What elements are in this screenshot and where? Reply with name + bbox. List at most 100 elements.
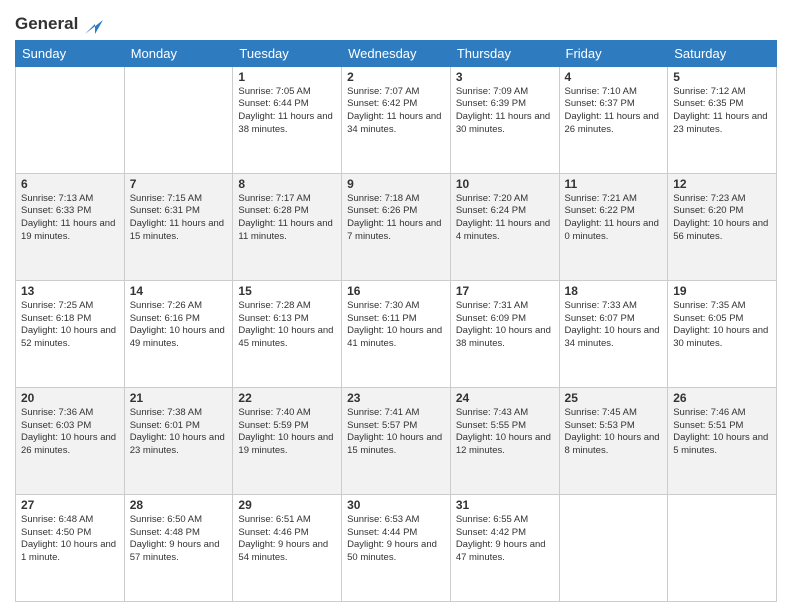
week-row-0: 1 Sunrise: 7:05 AM Sunset: 6:44 PM Daylig… [16, 66, 777, 173]
calendar-cell: 18 Sunrise: 7:33 AM Sunset: 6:07 PM Dayli… [559, 280, 668, 387]
day-info: Sunrise: 6:48 AM Sunset: 4:50 PM Dayligh… [21, 514, 119, 565]
calendar-cell: 31 Sunrise: 6:55 AM Sunset: 4:42 PM Dayli… [450, 494, 559, 601]
day-number: 14 [130, 284, 228, 298]
logo: General [15, 14, 103, 32]
calendar-cell: 4 Sunrise: 7:10 AM Sunset: 6:37 PM Daylig… [559, 66, 668, 173]
day-info: Sunrise: 7:45 AM Sunset: 5:53 PM Dayligh… [565, 407, 663, 458]
calendar-cell: 15 Sunrise: 7:28 AM Sunset: 6:13 PM Dayli… [233, 280, 342, 387]
day-info: Sunrise: 7:31 AM Sunset: 6:09 PM Dayligh… [456, 300, 554, 351]
weekday-header-sunday: Sunday [16, 40, 125, 66]
day-info: Sunrise: 7:21 AM Sunset: 6:22 PM Dayligh… [565, 193, 663, 244]
calendar-cell [16, 66, 125, 173]
day-number: 16 [347, 284, 445, 298]
day-number: 24 [456, 391, 554, 405]
day-info: Sunrise: 6:50 AM Sunset: 4:48 PM Dayligh… [130, 514, 228, 565]
calendar-cell [668, 494, 777, 601]
week-row-4: 27 Sunrise: 6:48 AM Sunset: 4:50 PM Dayli… [16, 494, 777, 601]
day-number: 1 [238, 70, 336, 84]
calendar-cell: 6Sunrise: 7:13 AM Sunset: 6:33 PM Daylig… [16, 173, 125, 280]
day-number: 12 [673, 177, 771, 191]
week-row-2: 13Sunrise: 7:25 AM Sunset: 6:18 PM Dayli… [16, 280, 777, 387]
day-number: 17 [456, 284, 554, 298]
day-number: 7 [130, 177, 228, 191]
calendar-cell: 27 Sunrise: 6:48 AM Sunset: 4:50 PM Dayli… [16, 494, 125, 601]
logo-bird-icon [85, 12, 103, 34]
day-info: Sunrise: 7:12 AM Sunset: 6:35 PM Dayligh… [673, 86, 771, 137]
calendar-cell: 30 Sunrise: 6:53 AM Sunset: 4:44 PM Dayli… [342, 494, 451, 601]
day-number: 28 [130, 498, 228, 512]
day-info: Sunrise: 7:35 AM Sunset: 6:05 PM Dayligh… [673, 300, 771, 351]
day-info: Sunrise: 7:18 AM Sunset: 6:26 PM Dayligh… [347, 193, 445, 244]
weekday-header-monday: Monday [124, 40, 233, 66]
day-info: Sunrise: 6:53 AM Sunset: 4:44 PM Dayligh… [347, 514, 445, 565]
day-info: Sunrise: 7:38 AM Sunset: 6:01 PM Dayligh… [130, 407, 228, 458]
day-info: Sunrise: 7:07 AM Sunset: 6:42 PM Dayligh… [347, 86, 445, 137]
calendar-cell: 17 Sunrise: 7:31 AM Sunset: 6:09 PM Dayli… [450, 280, 559, 387]
day-info: Sunrise: 7:40 AM Sunset: 5:59 PM Dayligh… [238, 407, 336, 458]
calendar-cell [124, 66, 233, 173]
calendar-cell: 8 Sunrise: 7:17 AM Sunset: 6:28 PM Daylig… [233, 173, 342, 280]
day-number: 23 [347, 391, 445, 405]
day-info: Sunrise: 6:51 AM Sunset: 4:46 PM Dayligh… [238, 514, 336, 565]
day-number: 5 [673, 70, 771, 84]
calendar-cell: 14Sunrise: 7:26 AM Sunset: 6:16 PM Dayli… [124, 280, 233, 387]
calendar-cell: 20 Sunrise: 7:36 AM Sunset: 6:03 PM Dayli… [16, 387, 125, 494]
calendar-cell: 23 Sunrise: 7:41 AM Sunset: 5:57 PM Dayli… [342, 387, 451, 494]
calendar-cell: 1 Sunrise: 7:05 AM Sunset: 6:44 PM Daylig… [233, 66, 342, 173]
calendar-cell: 16 Sunrise: 7:30 AM Sunset: 6:11 PM Dayli… [342, 280, 451, 387]
day-number: 27 [21, 498, 119, 512]
day-info: Sunrise: 7:23 AM Sunset: 6:20 PM Dayligh… [673, 193, 771, 244]
day-number: 11 [565, 177, 663, 191]
day-number: 6 [21, 177, 119, 191]
day-number: 30 [347, 498, 445, 512]
calendar-cell: 28 Sunrise: 6:50 AM Sunset: 4:48 PM Dayli… [124, 494, 233, 601]
day-info: Sunrise: 7:05 AM Sunset: 6:44 PM Dayligh… [238, 86, 336, 137]
day-info: Sunrise: 7:28 AM Sunset: 6:13 PM Dayligh… [238, 300, 336, 351]
day-info: Sunrise: 6:55 AM Sunset: 4:42 PM Dayligh… [456, 514, 554, 565]
calendar-cell [559, 494, 668, 601]
day-number: 26 [673, 391, 771, 405]
logo-general: General [15, 14, 78, 33]
weekday-header-saturday: Saturday [668, 40, 777, 66]
calendar-cell: 26 Sunrise: 7:46 AM Sunset: 5:51 PM Dayli… [668, 387, 777, 494]
weekday-header-tuesday: Tuesday [233, 40, 342, 66]
day-info: Sunrise: 7:33 AM Sunset: 6:07 PM Dayligh… [565, 300, 663, 351]
day-number: 9 [347, 177, 445, 191]
calendar-cell: 11 Sunrise: 7:21 AM Sunset: 6:22 PM Dayli… [559, 173, 668, 280]
calendar-cell: 7 Sunrise: 7:15 AM Sunset: 6:31 PM Daylig… [124, 173, 233, 280]
day-number: 4 [565, 70, 663, 84]
calendar-cell: 29 Sunrise: 6:51 AM Sunset: 4:46 PM Dayli… [233, 494, 342, 601]
weekday-header-wednesday: Wednesday [342, 40, 451, 66]
day-number: 20 [21, 391, 119, 405]
calendar-cell: 21 Sunrise: 7:38 AM Sunset: 6:01 PM Dayli… [124, 387, 233, 494]
calendar-cell: 5 Sunrise: 7:12 AM Sunset: 6:35 PM Daylig… [668, 66, 777, 173]
day-info: Sunrise: 7:10 AM Sunset: 6:37 PM Dayligh… [565, 86, 663, 137]
day-info: Sunrise: 7:17 AM Sunset: 6:28 PM Dayligh… [238, 193, 336, 244]
calendar-cell: 25 Sunrise: 7:45 AM Sunset: 5:53 PM Dayli… [559, 387, 668, 494]
day-number: 18 [565, 284, 663, 298]
day-info: Sunrise: 7:09 AM Sunset: 6:39 PM Dayligh… [456, 86, 554, 137]
calendar-cell: 9 Sunrise: 7:18 AM Sunset: 6:26 PM Daylig… [342, 173, 451, 280]
day-number: 29 [238, 498, 336, 512]
weekday-header-friday: Friday [559, 40, 668, 66]
day-number: 15 [238, 284, 336, 298]
day-number: 25 [565, 391, 663, 405]
header: General [15, 10, 777, 32]
calendar-cell: 13Sunrise: 7:25 AM Sunset: 6:18 PM Dayli… [16, 280, 125, 387]
day-info: Sunrise: 7:36 AM Sunset: 6:03 PM Dayligh… [21, 407, 119, 458]
day-number: 21 [130, 391, 228, 405]
day-info: Sunrise: 7:41 AM Sunset: 5:57 PM Dayligh… [347, 407, 445, 458]
day-number: 8 [238, 177, 336, 191]
calendar-cell: 12 Sunrise: 7:23 AM Sunset: 6:20 PM Dayli… [668, 173, 777, 280]
calendar-cell: 2Sunrise: 7:07 AM Sunset: 6:42 PM Daylig… [342, 66, 451, 173]
week-row-3: 20 Sunrise: 7:36 AM Sunset: 6:03 PM Dayli… [16, 387, 777, 494]
day-info: Sunrise: 7:30 AM Sunset: 6:11 PM Dayligh… [347, 300, 445, 351]
day-number: 10 [456, 177, 554, 191]
day-number: 13 [21, 284, 119, 298]
day-number: 31 [456, 498, 554, 512]
day-info: Sunrise: 7:46 AM Sunset: 5:51 PM Dayligh… [673, 407, 771, 458]
day-number: 19 [673, 284, 771, 298]
week-row-1: 6Sunrise: 7:13 AM Sunset: 6:33 PM Daylig… [16, 173, 777, 280]
calendar-table: SundayMondayTuesdayWednesdayThursdayFrid… [15, 40, 777, 602]
day-info: Sunrise: 7:15 AM Sunset: 6:31 PM Dayligh… [130, 193, 228, 244]
